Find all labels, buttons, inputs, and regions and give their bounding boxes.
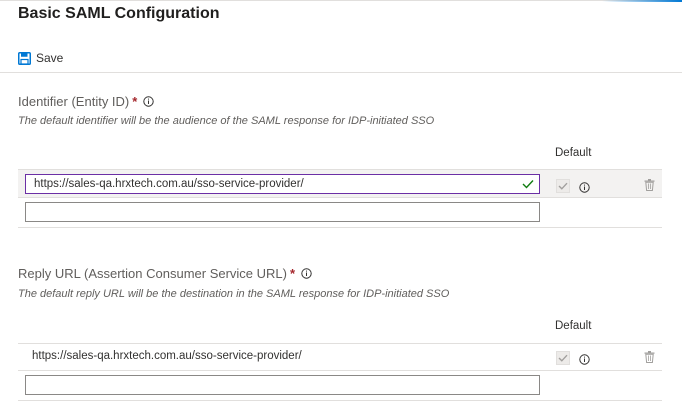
reply-url-default-checkbox[interactable] — [556, 351, 570, 365]
reply-url-new-input[interactable] — [25, 375, 540, 395]
reply-url-description: The default reply URL will be the destin… — [18, 288, 450, 300]
identifier-new-input[interactable] — [25, 202, 540, 222]
row-divider — [18, 227, 662, 228]
page-title: Basic SAML Configuration — [18, 5, 220, 22]
identifier-url-input[interactable]: https://sales-qa.hrxtech.com.au/sso-serv… — [25, 174, 540, 194]
row-divider — [18, 370, 662, 371]
identifier-description: The default identifier will be the audie… — [18, 115, 435, 127]
required-marker: * — [290, 266, 296, 281]
trash-icon[interactable] — [644, 178, 655, 196]
save-label: Save — [36, 51, 64, 65]
info-icon[interactable] — [579, 180, 590, 198]
top-divider — [0, 0, 682, 1]
trash-icon[interactable] — [644, 350, 655, 368]
info-icon[interactable] — [579, 352, 590, 370]
reply-url-default-header: Default — [555, 320, 592, 332]
toolbar-divider — [0, 72, 682, 73]
row-divider — [18, 197, 662, 198]
identifier-label-group: Identifier (Entity ID) * — [18, 94, 155, 109]
identifier-default-checkbox[interactable] — [556, 179, 570, 193]
identifier-url-value: https://sales-qa.hrxtech.com.au/sso-serv… — [34, 178, 304, 190]
reply-url-label: Reply URL (Assertion Consumer Service UR… — [18, 266, 287, 281]
save-button[interactable]: Save — [18, 49, 63, 67]
identifier-label: Identifier (Entity ID) — [18, 94, 130, 109]
reply-url-label-group: Reply URL (Assertion Consumer Service UR… — [18, 266, 312, 281]
save-icon — [18, 51, 31, 65]
row-divider — [18, 400, 662, 401]
reply-url-value: https://sales-qa.hrxtech.com.au/sso-serv… — [32, 350, 302, 362]
row-divider — [18, 343, 662, 344]
checkmark-icon — [522, 179, 534, 192]
info-icon[interactable] — [143, 96, 155, 107]
info-icon[interactable] — [301, 268, 312, 279]
identifier-default-header: Default — [555, 147, 592, 159]
required-marker: * — [132, 94, 138, 109]
top-accent-line — [602, 0, 682, 2]
